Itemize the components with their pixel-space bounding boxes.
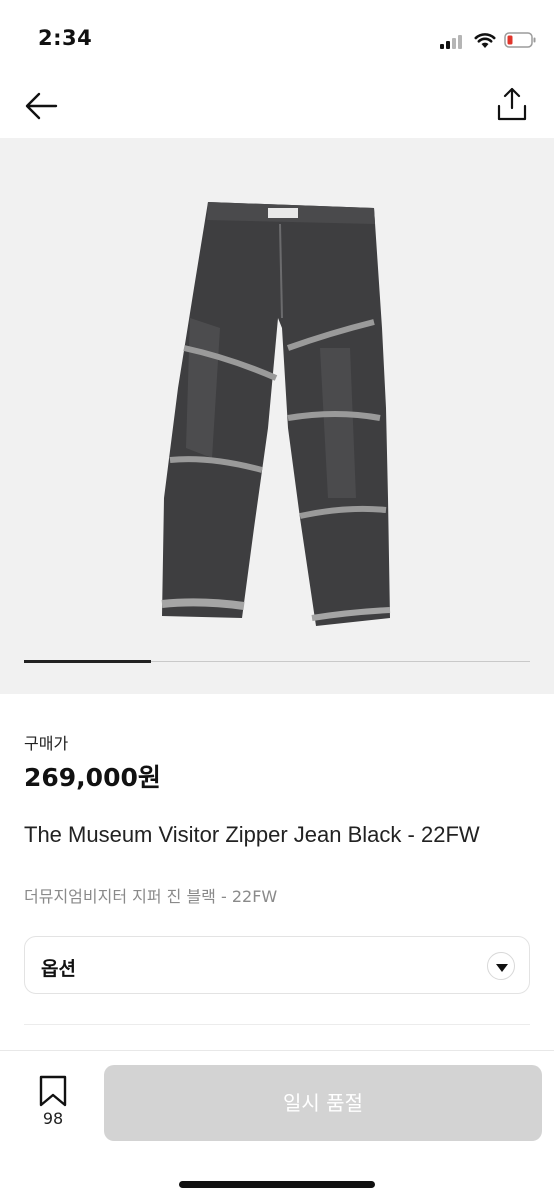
status-bar: 2:34 — [0, 0, 554, 80]
bookmark-button[interactable]: 98 — [30, 1073, 76, 1133]
product-price: 269,000원 — [24, 763, 161, 792]
price-label: 구매가 — [24, 734, 69, 753]
cellular-signal-icon — [440, 33, 466, 49]
chevron-down-icon[interactable] — [487, 952, 515, 980]
battery-icon — [504, 32, 536, 48]
share-button[interactable] — [492, 84, 532, 124]
option-select[interactable]: 옵션 — [24, 936, 530, 994]
bottom-action-bar: 98 일시 품절 — [0, 1050, 554, 1200]
share-icon — [497, 87, 527, 121]
back-button[interactable] — [22, 86, 62, 126]
product-image-gallery[interactable] — [0, 138, 554, 694]
product-name-korean: 더뮤지엄비지터 지퍼 진 블랙 - 22FW — [24, 887, 278, 906]
wifi-icon — [474, 33, 496, 48]
product-name-english: The Museum Visitor Zipper Jean Black - 2… — [24, 822, 480, 847]
option-label: 옵션 — [41, 958, 76, 980]
divider — [24, 1024, 530, 1025]
home-indicator — [179, 1181, 375, 1188]
sold-out-button[interactable]: 일시 품절 — [104, 1065, 542, 1141]
status-time: 2:34 — [38, 26, 93, 50]
arrow-left-icon — [25, 92, 58, 120]
gallery-progress-indicator — [24, 660, 151, 663]
product-image — [161, 202, 391, 626]
bookmark-count: 98 — [42, 1109, 64, 1128]
bookmark-icon — [39, 1075, 67, 1107]
nav-bar — [0, 80, 554, 136]
